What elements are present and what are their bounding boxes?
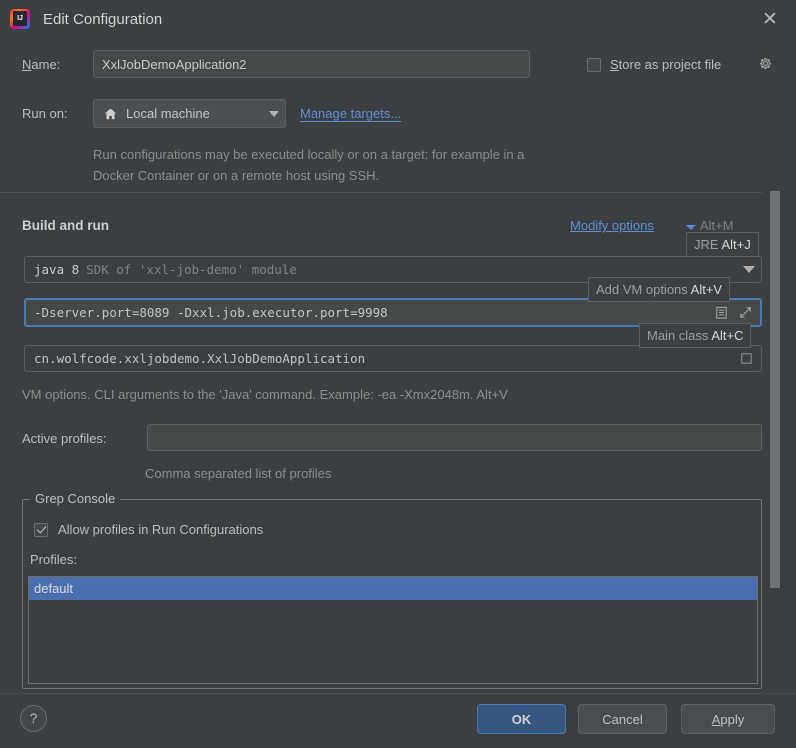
checkbox-box	[34, 522, 48, 537]
modify-options-rest: odify options	[580, 218, 654, 233]
store-as-project-file-checkbox[interactable]: Store as project file	[587, 57, 721, 72]
document-icon[interactable]	[714, 305, 729, 320]
modify-options-mnemonic: M	[570, 218, 581, 233]
profiles-label: Profiles:	[30, 552, 77, 567]
tooltip-main-class: Main class Alt+C	[639, 323, 752, 348]
name-label: Name:	[22, 57, 61, 72]
main-class-value: cn.wolfcode.xxljobdemo.XxlJobDemoApplica…	[34, 351, 366, 366]
allow-profiles-label: Allow profiles in Run Configurations	[58, 522, 264, 537]
intellij-idea-icon	[10, 9, 30, 29]
run-on-selected-value: Local machine	[126, 106, 210, 121]
scrollbar-thumb[interactable]	[770, 191, 780, 588]
profiles-list[interactable]: default	[28, 576, 758, 684]
cancel-button[interactable]: Cancel	[578, 704, 667, 734]
run-on-label: Run on:	[22, 106, 68, 121]
gear-icon[interactable]	[758, 56, 773, 71]
vm-options-value: -Dserver.port=8089 -Dxxl.job.executor.po…	[34, 305, 388, 320]
jre-secondary-label: SDK of 'xxl-job-demo' module	[86, 262, 297, 277]
tooltip-add-vm-options: Add VM options Alt+V	[588, 277, 731, 302]
ok-button[interactable]: OK	[477, 704, 566, 734]
name-input[interactable]: XxlJobDemoApplication2	[93, 50, 530, 78]
store-as-project-file-label: Store as project file	[610, 57, 722, 72]
tooltip-jre: JRE Alt+J	[686, 232, 759, 257]
active-profiles-hint: Comma separated list of profiles	[145, 466, 332, 481]
active-profiles-label: Active profiles:	[22, 431, 107, 446]
main-class-input[interactable]: cn.wolfcode.xxljobdemo.XxlJobDemoApplica…	[24, 345, 762, 372]
grep-console-group-title: Grep Console	[30, 491, 121, 506]
list-item[interactable]: default	[29, 577, 757, 600]
vm-options-icons	[714, 305, 753, 320]
jre-primary-label: java 8	[34, 262, 80, 277]
chevron-down-icon	[269, 110, 279, 117]
close-icon[interactable]: ✕	[758, 7, 782, 31]
browse-icon[interactable]	[739, 351, 754, 366]
checkbox-box	[587, 57, 601, 72]
edit-configuration-dialog: Edit Configuration ✕ Name: XxlJobDemoApp…	[0, 0, 796, 748]
chevron-down-icon	[743, 266, 755, 273]
title-bar: Edit Configuration ✕	[0, 0, 796, 38]
run-on-description: Run configurations may be executed local…	[93, 147, 525, 183]
allow-profiles-checkbox[interactable]: Allow profiles in Run Configurations	[34, 522, 263, 537]
dialog-title: Edit Configuration	[43, 10, 163, 28]
expand-icon[interactable]	[738, 305, 753, 320]
home-icon	[104, 108, 117, 119]
help-button[interactable]: ?	[20, 705, 47, 732]
build-and-run-title: Build and run	[22, 218, 109, 233]
footer-divider	[0, 693, 796, 694]
manage-targets-link[interactable]: Manage targets...	[300, 106, 402, 122]
apply-button[interactable]: Apply	[681, 704, 775, 734]
chevron-down-icon[interactable]	[686, 225, 696, 230]
vm-options-hint: VM options. CLI arguments to the 'Java' …	[22, 387, 508, 402]
modify-options-shortcut: Alt+M	[700, 218, 734, 233]
active-profiles-input[interactable]	[147, 424, 762, 451]
run-on-target-dropdown[interactable]: Local machine	[93, 99, 286, 128]
modify-options-link[interactable]: Modify options	[570, 218, 654, 233]
section-divider	[0, 192, 762, 193]
